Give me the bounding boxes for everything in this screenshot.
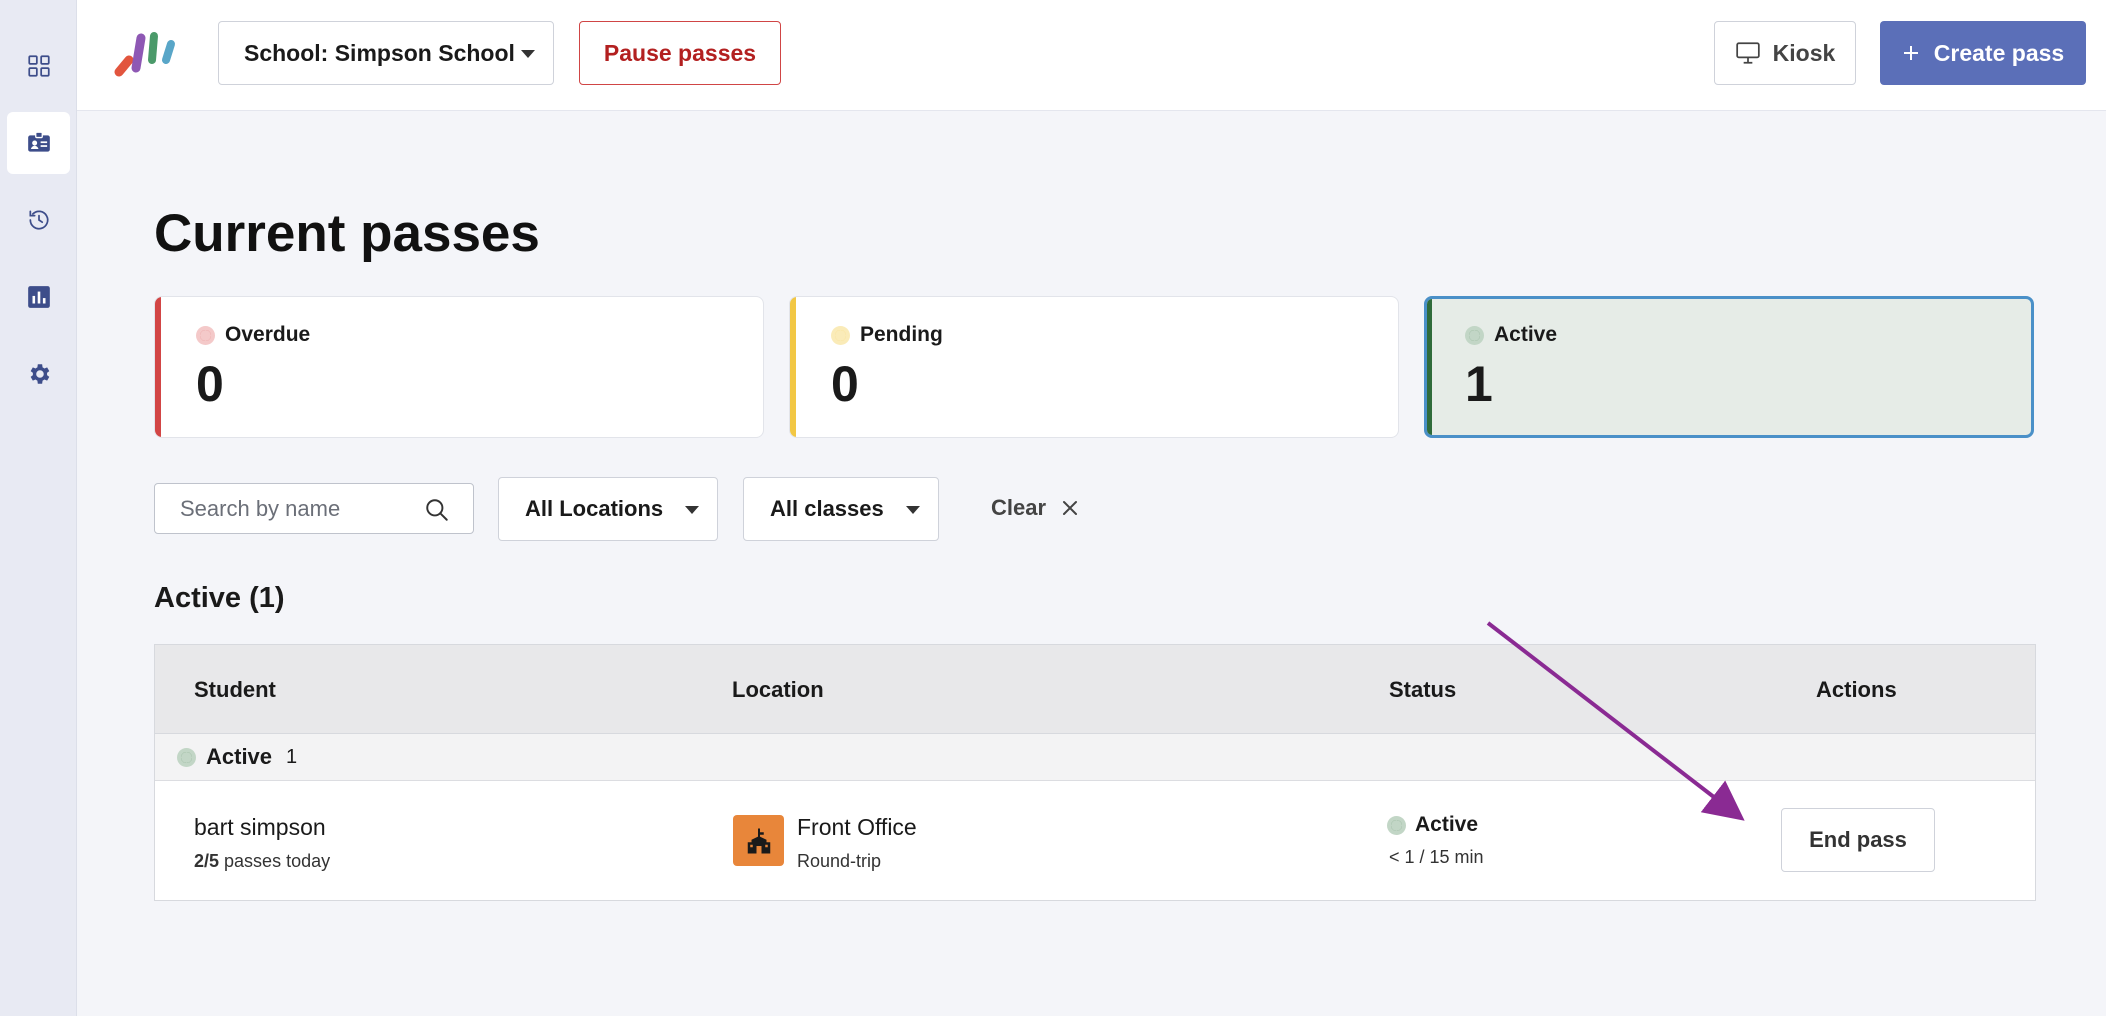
active-status-dot-icon xyxy=(1387,815,1406,835)
close-icon xyxy=(1063,501,1078,515)
row-status-label: Active xyxy=(1415,813,1479,836)
active-card[interactable]: Active 1 xyxy=(1424,296,2034,438)
pending-count: 0 xyxy=(831,356,859,412)
create-pass-label: Create pass xyxy=(1933,39,2065,66)
passes-count: 2/5 xyxy=(194,851,220,871)
sidebar-item-history[interactable] xyxy=(7,189,70,251)
active-status-dot-icon xyxy=(1465,325,1484,345)
student-name[interactable]: bart simpson xyxy=(194,814,326,841)
create-pass-button[interactable]: Create pass xyxy=(1880,21,2086,85)
id-card-icon xyxy=(27,131,50,152)
column-header-location: Location xyxy=(732,677,824,702)
group-label: Active xyxy=(206,744,273,769)
pending-accent-bar xyxy=(790,297,796,437)
school-building-icon xyxy=(733,815,784,866)
history-icon xyxy=(28,210,48,230)
row-status-detail: < 1 / 15 min xyxy=(1389,847,1484,867)
passes-suffix: passes today xyxy=(219,851,331,871)
group-row-active: Active 1 xyxy=(155,734,2035,781)
search-icon xyxy=(426,499,448,521)
pending-status-dot-icon xyxy=(831,325,850,345)
pause-passes-label: Pause passes xyxy=(603,39,757,66)
chevron-down-icon xyxy=(521,50,535,58)
kiosk-button[interactable]: Kiosk xyxy=(1714,21,1856,85)
locations-filter-label: All Locations xyxy=(525,496,664,521)
location-trip-type: Round-trip xyxy=(797,851,882,871)
top-bar: School: Simpson School Pause passes Kios… xyxy=(77,0,2106,111)
locations-filter-select[interactable]: All Locations xyxy=(498,477,718,541)
school-select-label: School: Simpson School xyxy=(244,39,515,66)
overdue-count: 0 xyxy=(196,356,224,412)
clear-filters-button[interactable]: Clear xyxy=(991,495,1078,521)
overdue-card[interactable]: Overdue 0 xyxy=(154,296,764,438)
section-title: Active (1) xyxy=(154,582,285,614)
pending-card[interactable]: Pending 0 xyxy=(789,296,1399,438)
search-placeholder: Search by name xyxy=(180,495,341,521)
gear-icon xyxy=(30,364,49,384)
table-header: Student Location Status Actions xyxy=(155,645,2035,734)
bar-chart-icon xyxy=(27,286,50,308)
column-header-student: Student xyxy=(194,677,276,702)
active-card-label: Active xyxy=(1465,323,1557,347)
active-accent-bar xyxy=(1427,299,1432,435)
overdue-card-label: Overdue xyxy=(196,323,310,347)
passes-today: 2/5 passes today xyxy=(194,851,330,872)
annotation-arrow-icon xyxy=(1486,621,1745,821)
sidebar-item-dashboard[interactable] xyxy=(7,35,70,97)
table-row: bart simpson 2/5 passes today Front Offi… xyxy=(155,781,2035,901)
sidebar-item-settings[interactable] xyxy=(7,343,70,405)
classes-filter-label: All classes xyxy=(770,496,884,521)
app-logo xyxy=(114,32,175,77)
end-pass-label: End pass xyxy=(1809,827,1907,852)
pending-label-text: Pending xyxy=(860,323,943,346)
kiosk-label: Kiosk xyxy=(1772,39,1836,66)
location-name: Front Office xyxy=(797,814,917,840)
active-status-dot-icon xyxy=(177,747,196,767)
monitor-icon xyxy=(1735,42,1760,64)
page-title: Current passes xyxy=(154,204,540,263)
passes-table: Student Location Status Actions Active 1… xyxy=(154,644,2036,901)
pending-card-label: Pending xyxy=(831,323,943,347)
overdue-label-text: Overdue xyxy=(225,323,311,346)
classes-filter-select[interactable]: All classes xyxy=(743,477,939,541)
active-count: 1 xyxy=(1465,356,1493,412)
overdue-status-dot-icon xyxy=(196,325,215,345)
search-input[interactable]: Search by name xyxy=(154,483,474,534)
plus-icon xyxy=(1903,46,1918,60)
column-header-actions: Actions xyxy=(1816,677,1897,702)
end-pass-button[interactable]: End pass xyxy=(1781,808,1935,872)
sidebar xyxy=(0,0,77,1016)
chevron-down-icon xyxy=(906,506,920,514)
group-count: 1 xyxy=(286,745,298,768)
clear-label: Clear xyxy=(991,495,1047,520)
active-label-text: Active xyxy=(1494,323,1558,346)
overdue-accent-bar xyxy=(155,297,161,437)
pause-passes-button[interactable]: Pause passes xyxy=(579,21,781,85)
grid-icon xyxy=(27,55,50,77)
row-status: Active xyxy=(1387,813,1478,837)
chevron-down-icon xyxy=(685,506,699,514)
sidebar-item-reports[interactable] xyxy=(7,266,70,328)
column-header-status: Status xyxy=(1389,677,1457,702)
sidebar-item-passes[interactable] xyxy=(7,112,70,174)
school-select[interactable]: School: Simpson School xyxy=(218,21,554,85)
